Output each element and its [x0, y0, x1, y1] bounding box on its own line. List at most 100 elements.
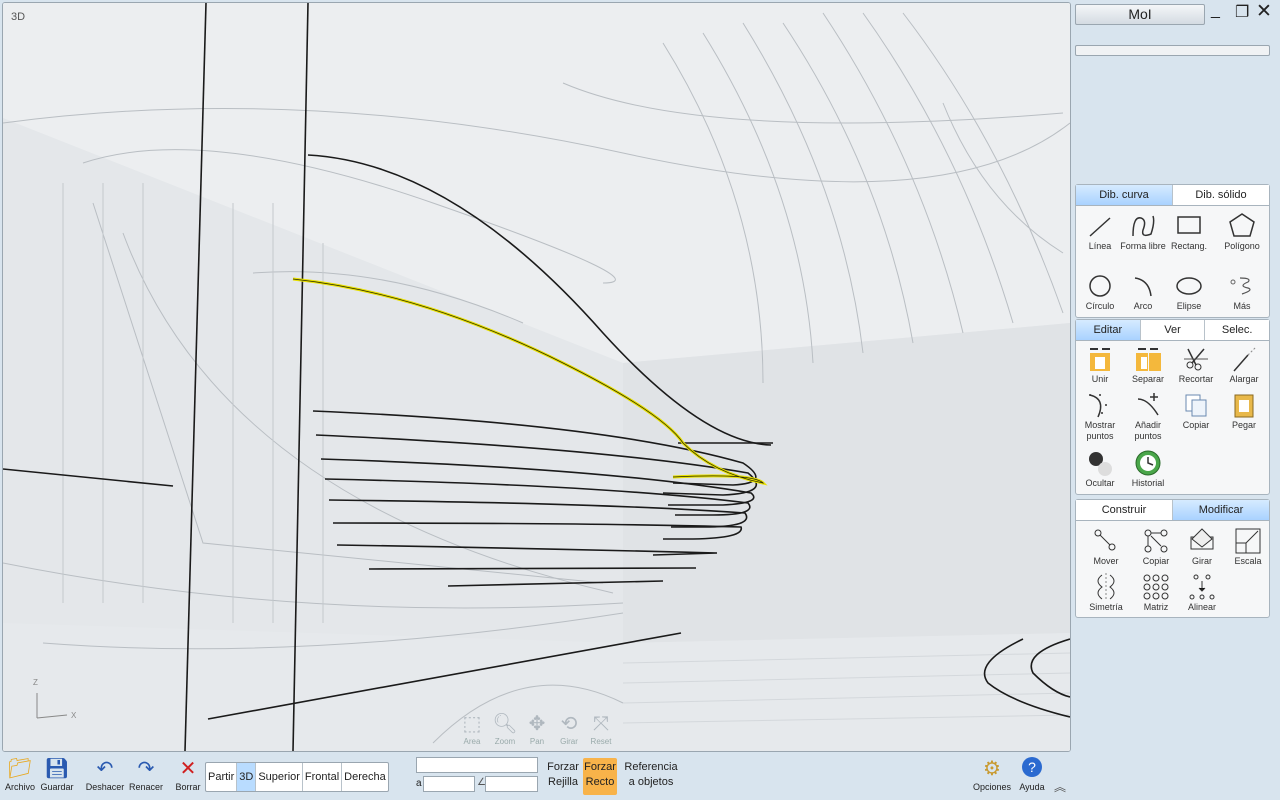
tab-select[interactable]: Selec.: [1205, 320, 1270, 340]
tool-line[interactable]: Línea: [1076, 212, 1124, 252]
viewport-label: 3D: [11, 11, 26, 23]
tool-rotate-transform[interactable]: Girar: [1178, 527, 1226, 567]
tool-paste[interactable]: Pegar: [1220, 391, 1268, 431]
tab-modify[interactable]: Modificar: [1173, 500, 1269, 520]
save-button[interactable]: 💾︎ Guardar: [37, 756, 77, 792]
minimize-icon[interactable]: _: [1211, 2, 1220, 20]
tool-trim[interactable]: Recortar: [1172, 345, 1220, 385]
tab-edit[interactable]: Editar: [1076, 320, 1141, 340]
view-front[interactable]: Frontal: [303, 763, 343, 791]
view-3d[interactable]: 3D: [237, 763, 257, 791]
circle-icon: [1089, 275, 1111, 297]
tool-hide[interactable]: Ocultar: [1076, 449, 1124, 489]
folder-icon: 📁︎: [7, 758, 33, 780]
ellipse-icon: [1176, 277, 1202, 295]
tool-freeform[interactable]: Forma libre: [1119, 212, 1167, 252]
polygon-icon: [1229, 213, 1255, 237]
tool-polygon[interactable]: Polígono: [1218, 212, 1266, 252]
arc-icon: [1134, 277, 1152, 297]
tool-scale[interactable]: Escala: [1224, 527, 1272, 567]
angle-input[interactable]: [485, 776, 538, 792]
reset-view-icon: ⤧: [593, 713, 609, 735]
tool-join[interactable]: Unir: [1076, 345, 1124, 385]
tool-arc[interactable]: Arco: [1119, 272, 1167, 312]
tool-copy-transform[interactable]: Copiar: [1132, 527, 1180, 567]
tab-draw-curve[interactable]: Dib. curva: [1076, 185, 1173, 205]
freeform-curve-icon: [1132, 215, 1155, 237]
help-button[interactable]: ? Ayuda: [1012, 756, 1052, 792]
align-icon: [1189, 574, 1215, 600]
move-icon: [1094, 529, 1116, 551]
distance-input[interactable]: [423, 776, 475, 792]
snap-grid-toggle[interactable]: Forzar Rejilla: [545, 760, 581, 790]
help-icon: ?: [1012, 756, 1052, 782]
distance-prefix: a: [416, 778, 422, 789]
mirror-icon: [1097, 573, 1115, 601]
tool-align[interactable]: Alinear: [1178, 573, 1226, 613]
show-points-icon: [1089, 394, 1107, 418]
gear-icon: ⚙: [983, 758, 1001, 780]
tool-add-points[interactable]: Añadir puntos: [1124, 391, 1172, 442]
z-axis-label: Z: [33, 678, 38, 687]
join-icon: [1090, 348, 1110, 371]
restore-icon[interactable]: ❐: [1235, 2, 1249, 22]
view-tabs: Partir 3D Superior Frontal Derecha: [205, 762, 389, 792]
paste-icon: [1234, 394, 1254, 418]
delete-button[interactable]: ✕ Borrar: [172, 756, 204, 792]
tool-mirror[interactable]: Simetría: [1082, 573, 1130, 613]
coord-input[interactable]: [416, 757, 538, 773]
tool-copy[interactable]: Copiar: [1172, 391, 1220, 431]
x-axis-label: X: [71, 711, 77, 720]
tool-array[interactable]: Matriz: [1132, 573, 1180, 613]
line-icon: [1089, 217, 1111, 237]
tool-show-points[interactable]: Mostrar puntos: [1076, 391, 1124, 442]
app-title: MoI: [1075, 4, 1205, 25]
view-split[interactable]: Partir: [206, 763, 238, 791]
hide-icon: [1089, 452, 1112, 476]
tool-separate[interactable]: Separar: [1124, 345, 1172, 385]
rotate-transform-icon: [1190, 528, 1214, 550]
redo-icon: ↷: [137, 758, 155, 780]
tab-view[interactable]: Ver: [1140, 320, 1206, 340]
bottom-toolbar: 📁︎ Archivo 💾︎ Guardar ↶ Deshacer ↷ Renacer ✕…: [0, 752, 1280, 800]
close-icon[interactable]: ✕: [1256, 0, 1272, 23]
side-panel: MoI _ ❐ ✕ Dib. curva Dib. sólido Línea F…: [1072, 0, 1280, 800]
tool-rectangle[interactable]: Rectang.: [1165, 212, 1213, 252]
edit-group: Editar Ver Selec. Unir Separar Recortar …: [1075, 319, 1270, 495]
chevron-up-icon[interactable]: ︽: [1054, 778, 1066, 795]
delete-icon: ✕: [179, 758, 197, 780]
3d-viewport[interactable]: 3D Z X ⬚ Area 🔍︎ Zoom ✥ Pan ⟲ Girar ⤧ Reset: [2, 2, 1071, 752]
separate-icon: [1136, 348, 1161, 371]
tool-extend[interactable]: Alargar: [1220, 345, 1268, 385]
nav-reset-button[interactable]: ⤧ Reset: [582, 711, 620, 746]
svg-text:?: ?: [1028, 759, 1036, 775]
copy-icon: [1185, 394, 1207, 417]
scissors-icon: [1184, 348, 1208, 371]
redo-button[interactable]: ↷ Renacer: [126, 756, 166, 792]
tab-draw-solid[interactable]: Dib. sólido: [1173, 185, 1269, 205]
extend-icon: [1233, 346, 1257, 372]
undo-icon: ↶: [96, 758, 114, 780]
options-button[interactable]: ⚙ Opciones: [970, 756, 1014, 792]
array-icon: [1143, 574, 1169, 600]
viewport-scene[interactable]: [3, 3, 1070, 751]
scale-icon: [1235, 528, 1261, 554]
tool-more[interactable]: Más: [1218, 272, 1266, 312]
view-right[interactable]: Derecha: [342, 763, 388, 791]
snap-straight-toggle[interactable]: Forzar Recto: [583, 758, 617, 795]
save-icon: 💾︎: [44, 758, 70, 780]
properties-bar: [1075, 45, 1270, 56]
tool-move[interactable]: Mover: [1082, 527, 1130, 567]
transform-group: Construir Modificar Mover Copiar Girar E…: [1075, 499, 1270, 618]
tool-ellipse[interactable]: Elipse: [1165, 272, 1213, 312]
undo-button[interactable]: ↶ Deshacer: [82, 756, 128, 792]
object-snap-toggle[interactable]: Referencia a objetos: [620, 760, 682, 790]
rectangle-icon: [1177, 216, 1201, 234]
tool-history[interactable]: Historial: [1124, 449, 1172, 489]
tab-construct[interactable]: Construir: [1076, 500, 1173, 520]
view-top[interactable]: Superior: [256, 763, 303, 791]
copy-transform-icon: [1144, 529, 1168, 553]
file-button[interactable]: 📁︎ Archivo: [2, 756, 38, 792]
tool-circle[interactable]: Círculo: [1076, 272, 1124, 312]
more-helix-icon: [1230, 277, 1251, 295]
